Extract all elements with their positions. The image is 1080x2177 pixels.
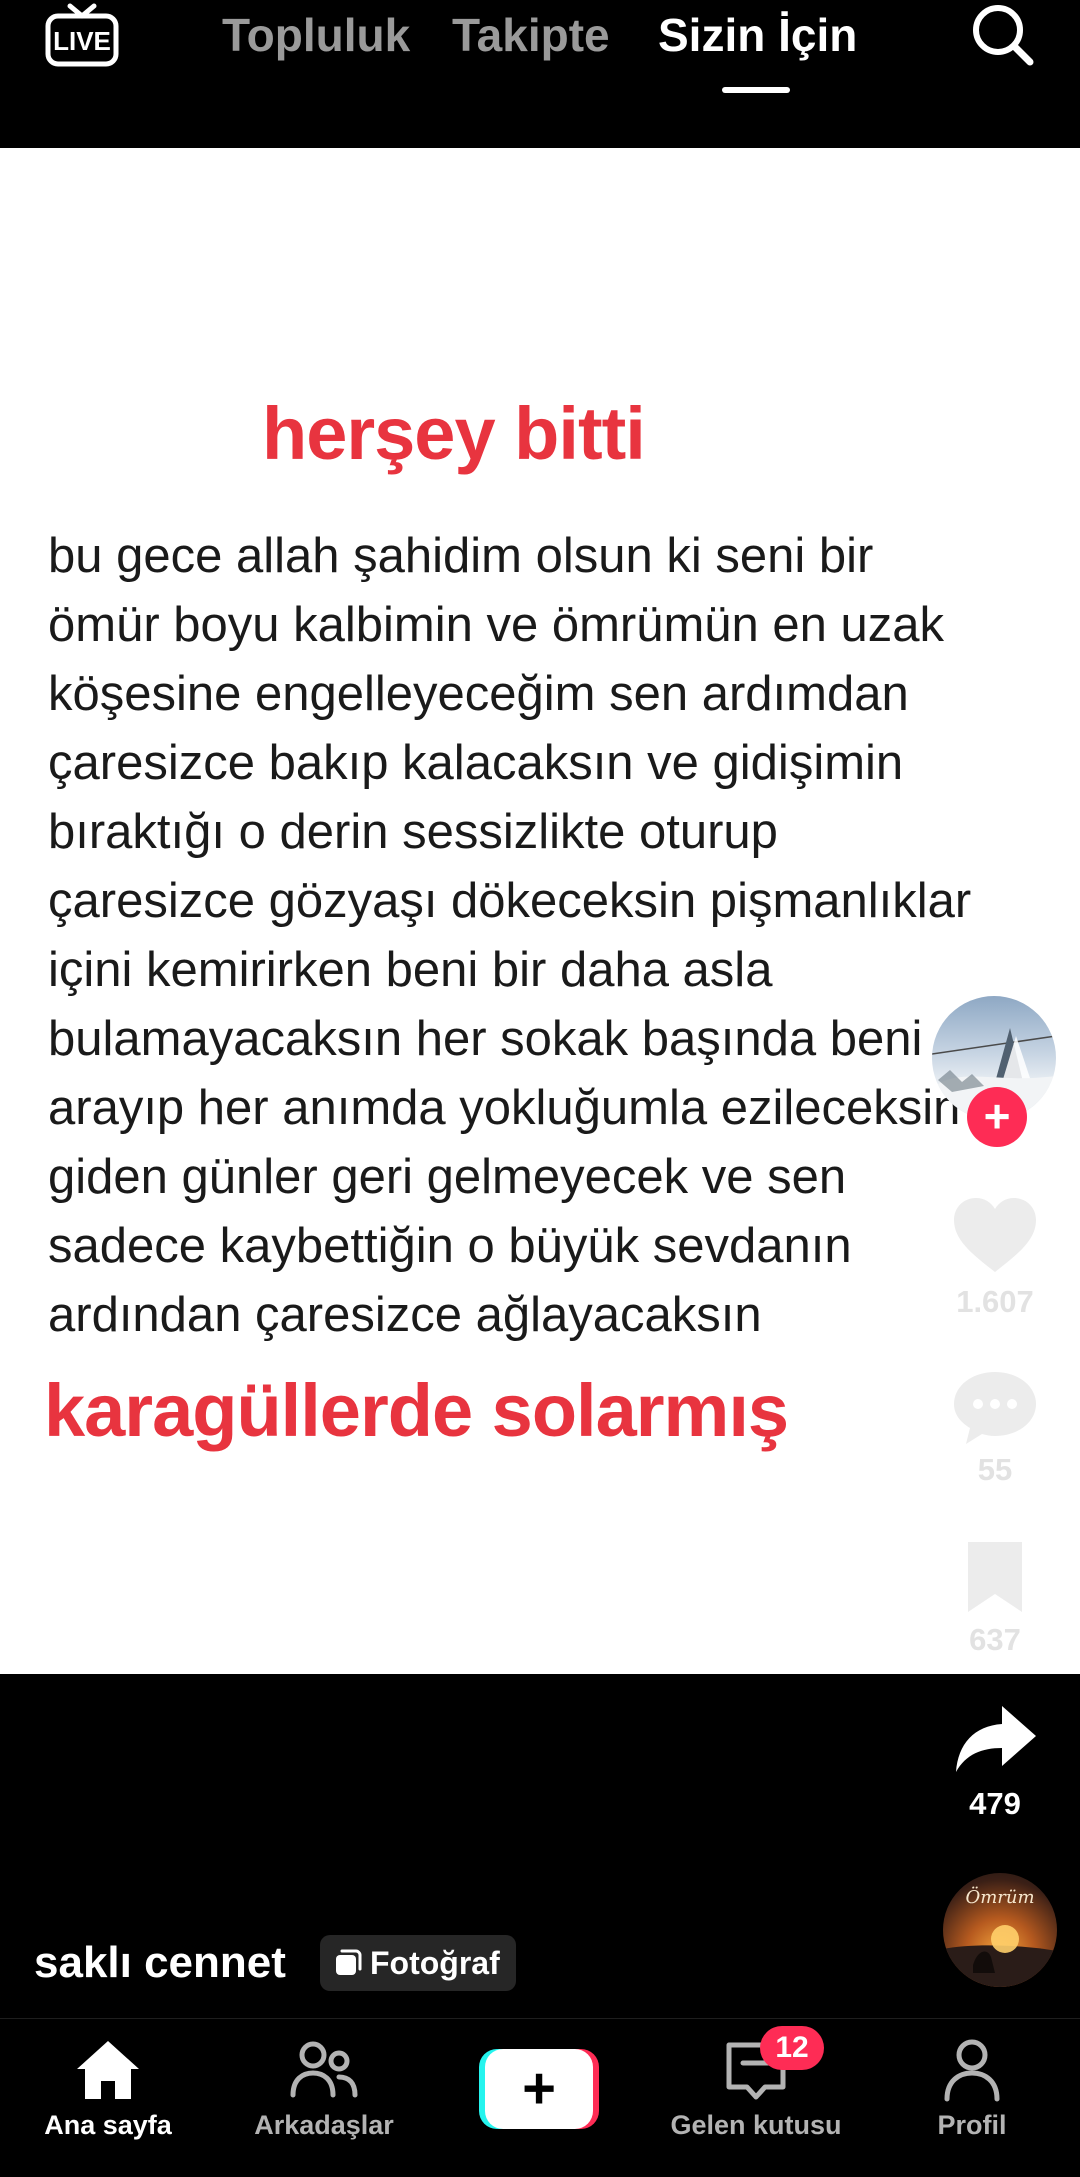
poem-line: çaresizce gözyaşı dökeceksin pişmanlıkla…	[48, 874, 972, 928]
bottom-nav: Ana sayfa Arkadaşlar + Gelen kutusu Prof…	[0, 2018, 1080, 2177]
post-poem: bu gece allah şahidim olsun ki seni bir …	[48, 522, 1048, 1350]
poem-line: bu gece allah şahidim olsun ki seni bir	[48, 529, 874, 583]
feed-tabs: Topluluk Takipte Sizin İçin	[0, 8, 1080, 68]
post-image[interactable]: herşey bitti bu gece allah şahidim olsun…	[0, 148, 1080, 1674]
nav-inbox[interactable]: Gelen kutusu	[656, 2019, 856, 2177]
caption-author[interactable]: saklı cennet	[34, 1938, 286, 1988]
tab-topluluk[interactable]: Topluluk	[222, 8, 410, 62]
tab-takipte[interactable]: Takipte	[452, 8, 610, 62]
nav-profile-label: Profil	[937, 2110, 1007, 2140]
poem-line: ardından çaresizce ağlayacaksın	[48, 1288, 762, 1342]
nav-home[interactable]: Ana sayfa	[8, 2019, 208, 2177]
bookmark-icon[interactable]	[962, 1538, 1028, 1621]
nav-profile[interactable]: Profil	[872, 2019, 1072, 2177]
nav-friends[interactable]: Arkadaşlar	[224, 2019, 424, 2177]
nav-home-label: Ana sayfa	[44, 2110, 172, 2140]
photo-badge-label: Fotoğraf	[370, 1944, 500, 1981]
poem-line: giden günler geri gelmeyecek ve sen	[48, 1150, 847, 1204]
like-icon[interactable]	[952, 1196, 1038, 1279]
inbox-badge: 12	[760, 2026, 824, 2070]
poem-line: çaresizce bakıp kalacaksın ve gidişimin	[48, 736, 904, 790]
photo-icon	[334, 1949, 362, 1977]
profile-icon	[937, 2035, 1007, 2105]
like-count: 1.607	[956, 1284, 1034, 1319]
search-icon[interactable]	[968, 0, 1038, 70]
create-plus-icon: +	[522, 2056, 556, 2121]
poem-line: köşesine engelleyeceğim sen ardımdan	[48, 667, 909, 721]
nav-inbox-label: Gelen kutusu	[670, 2110, 842, 2140]
share-count: 479	[969, 1786, 1021, 1821]
music-disc-text: Ömrüm	[965, 1887, 1035, 1908]
follow-button[interactable]: +	[967, 1087, 1027, 1147]
poem-line: sadece kaybettiğin o büyük sevdanın	[48, 1219, 852, 1273]
friends-icon	[289, 2035, 359, 2105]
active-tab-indicator	[722, 87, 790, 93]
tab-sizin-icin[interactable]: Sizin İçin	[658, 8, 857, 62]
post-footer-text: karagüllerde solarmış	[44, 1369, 789, 1452]
poem-line: bıraktığı o derin sessizlikte oturup	[48, 805, 778, 859]
home-icon	[73, 2035, 143, 2105]
save-count: 637	[969, 1622, 1021, 1657]
nav-friends-label: Arkadaşlar	[254, 2110, 394, 2140]
top-bar: LIVE Topluluk Takipte Sizin İçin	[0, 0, 1080, 148]
music-disc[interactable]: Ömrüm	[943, 1873, 1057, 1987]
poem-line: içini kemirirken beni bir daha asla	[48, 943, 773, 997]
poem-line: arayıp her anımda yokluğumla ezileceksin	[48, 1081, 961, 1135]
create-button[interactable]: +	[479, 2049, 599, 2129]
poem-line: ömür boyu kalbimin ve ömrümün en uzak	[48, 598, 945, 652]
post-title: herşey bitti	[262, 392, 646, 475]
poem-line: bulamayacaksın her sokak başında beni	[48, 1012, 923, 1066]
comment-count: 55	[977, 1452, 1013, 1487]
comment-icon[interactable]	[952, 1368, 1038, 1453]
share-icon[interactable]	[954, 1702, 1038, 1779]
photo-type-badge: Fotoğraf	[320, 1935, 516, 1991]
